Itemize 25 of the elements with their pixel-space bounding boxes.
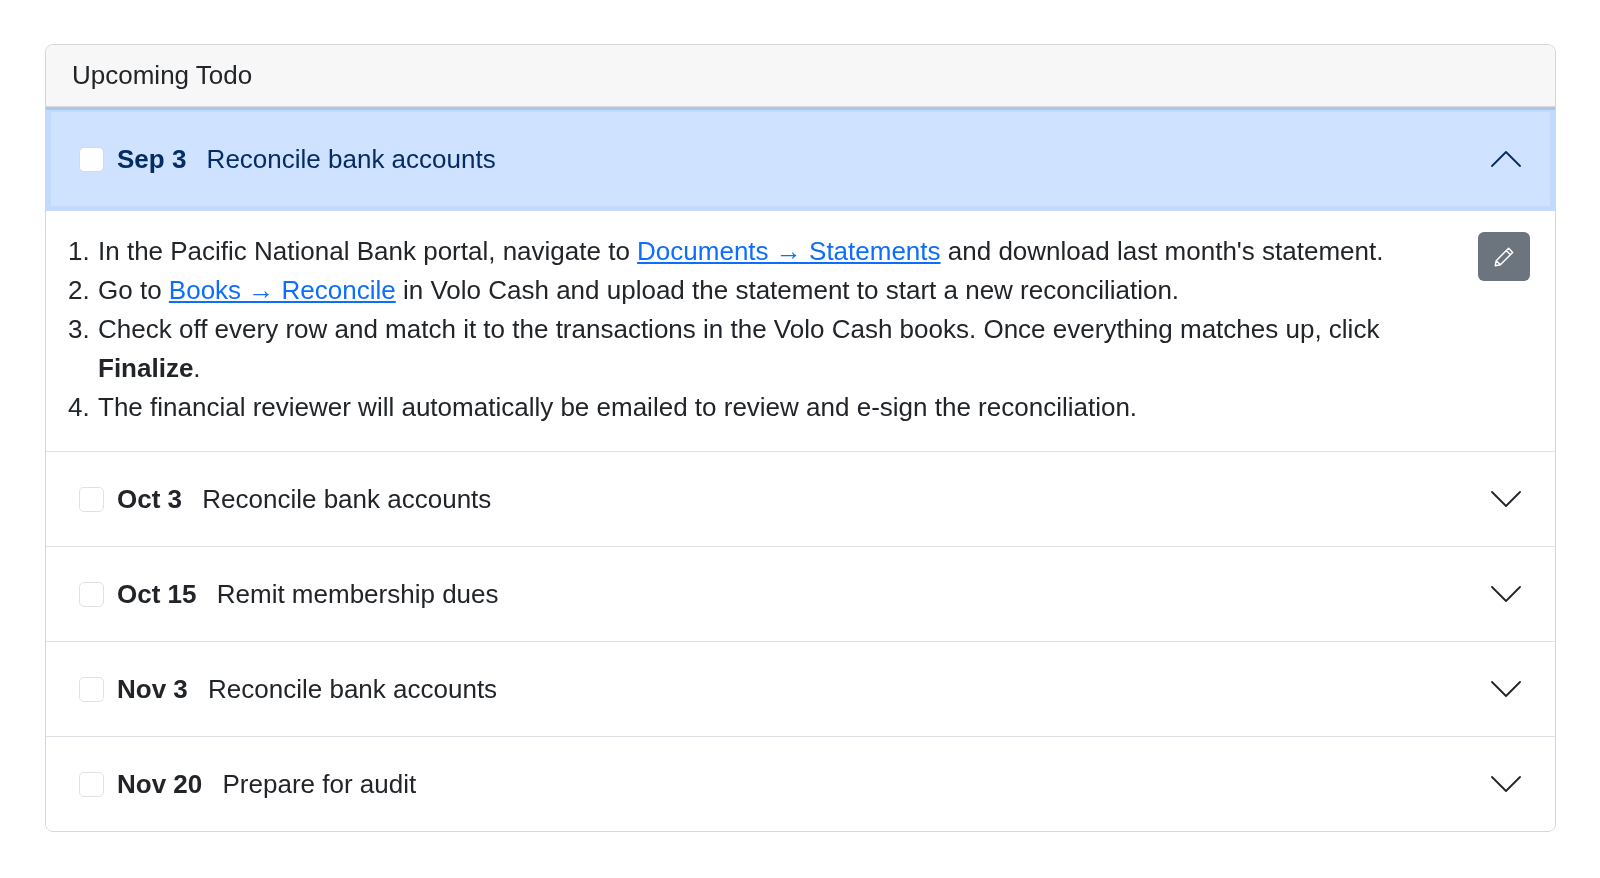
checkbox[interactable] [79, 581, 104, 607]
chevron-down-icon [1491, 491, 1521, 507]
step-number: 3. [68, 313, 91, 346]
step-text: Go to Books → Reconcile in Volo Cash and upload the statement to start a new reconciliation. [98, 274, 1181, 307]
chevron-down-icon [1491, 586, 1521, 602]
step-number: 4. [68, 391, 91, 424]
checkbox[interactable] [79, 771, 104, 797]
checkbox[interactable] [79, 146, 104, 172]
card-title: Upcoming Todo [72, 59, 253, 92]
text-link[interactable]: Documents → Statements [637, 236, 941, 266]
edit-button[interactable] [1478, 232, 1530, 281]
checkbox[interactable] [79, 676, 104, 702]
accordion-header[interactable]: Sep 3 Reconcile bank accounts [46, 107, 1555, 211]
checkbox[interactable] [79, 486, 104, 512]
pencil-icon [1493, 245, 1515, 268]
step-number: 2. [68, 274, 91, 307]
accordion-header[interactable]: Nov 20 Prepare for audit [46, 736, 1555, 831]
step-number: 1. [68, 235, 91, 268]
chevron-up-icon [1491, 151, 1521, 167]
step-text: In the Pacific National Bank portal, navigate to Documents → Statements and download last month's statement. [98, 235, 1385, 268]
step-text: The financial reviewer will automatically be emailed to review and e-sign the reconciliation. [98, 391, 1139, 424]
text-link[interactable]: Books → Reconcile [168, 275, 396, 305]
chevron-down-icon [1491, 776, 1521, 792]
chevron-down-icon [1491, 681, 1521, 697]
step-text: Check off every row and match it to the transactions in the Volo Cash books. Once everything matches up, click Finalize. [98, 313, 1381, 385]
